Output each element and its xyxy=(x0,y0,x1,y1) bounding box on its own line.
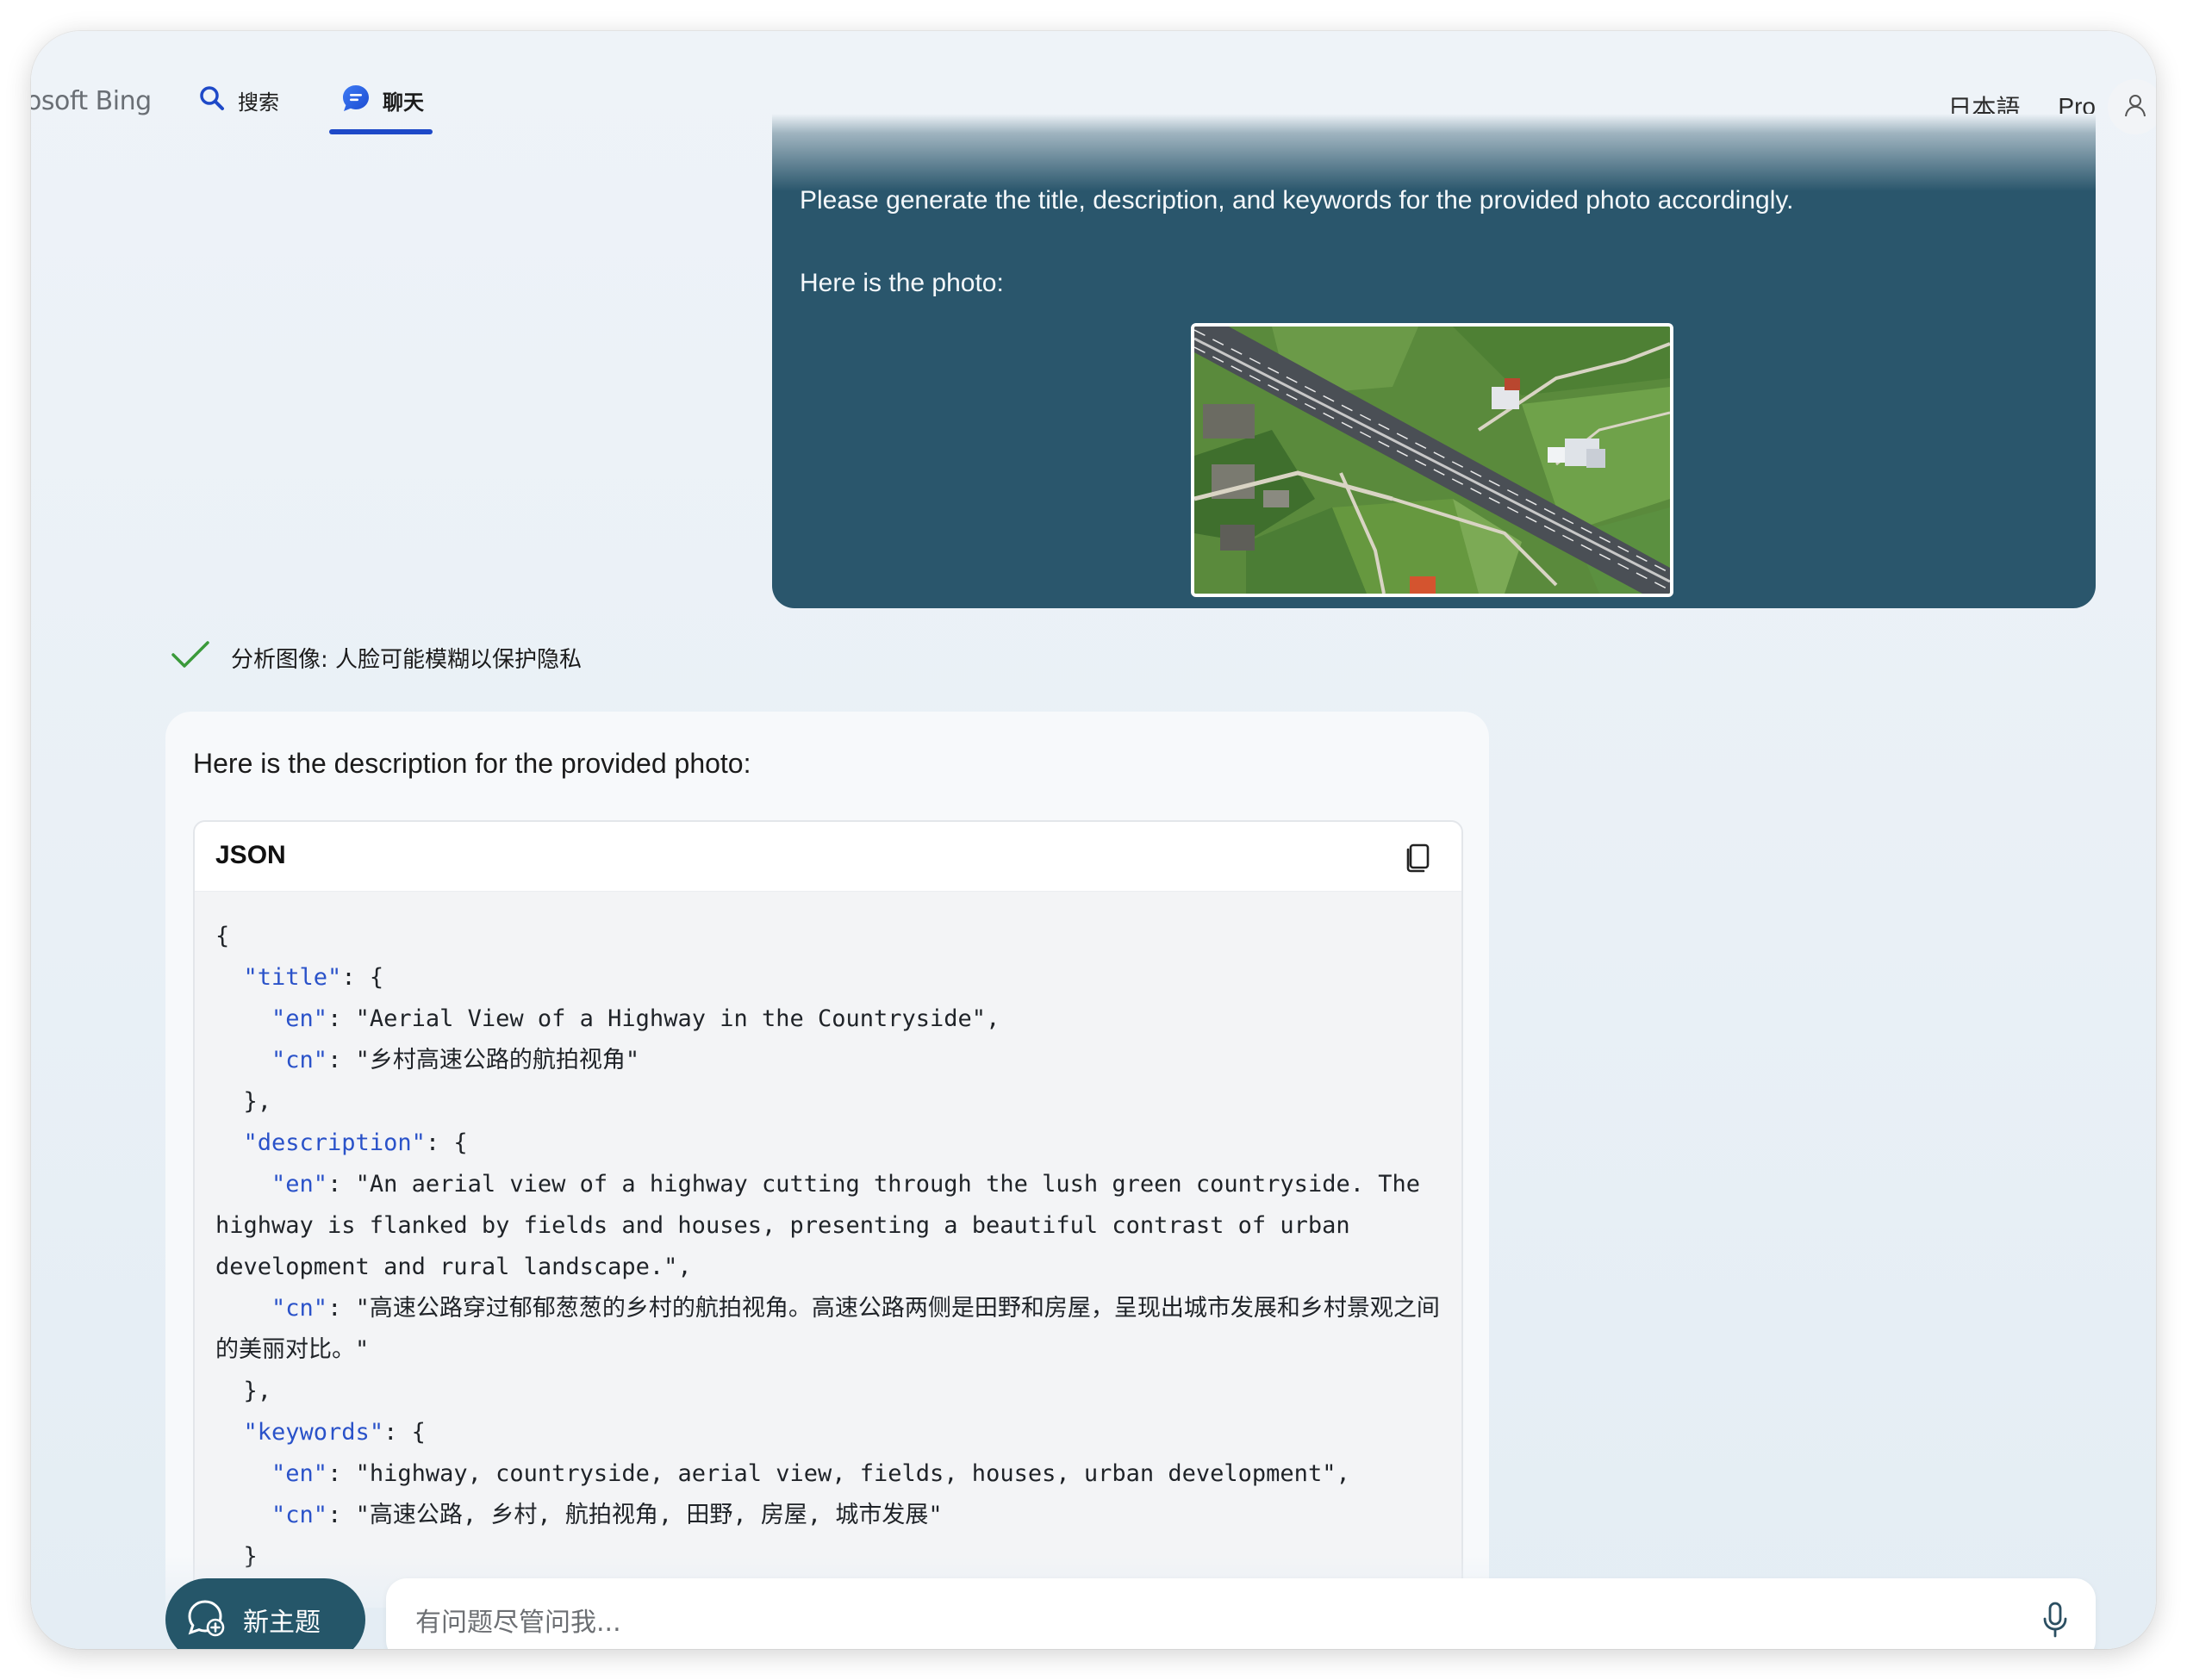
image-analysis-status: 分析图像: 人脸可能模糊以保护隐私 xyxy=(171,639,582,676)
code-block: JSON { "title": { "en": "Aerial View of … xyxy=(193,820,1463,1608)
code-block-header: JSON xyxy=(195,822,1461,892)
new-topic-icon xyxy=(186,1598,226,1642)
chat-input[interactable] xyxy=(414,1597,1968,1647)
code-line: }, xyxy=(243,1378,272,1404)
json-key: "cn" xyxy=(271,1295,328,1322)
user-icon xyxy=(2122,92,2148,122)
microphone-icon xyxy=(2041,1602,2070,1642)
tab-chat[interactable]: 聊天 xyxy=(341,79,424,121)
code-line: : "highway, countryside, aerial view, fi… xyxy=(327,1460,1350,1487)
code-language-label: JSON xyxy=(215,841,286,869)
json-key: "cn" xyxy=(271,1047,328,1073)
chat-input-box[interactable] xyxy=(386,1578,2096,1649)
tab-search-label: 搜索 xyxy=(238,90,279,115)
code-line: { xyxy=(215,923,230,949)
code-line: : "An aerial view of a highway cutting t… xyxy=(215,1171,1435,1280)
status-text: 分析图像: 人脸可能模糊以保护隐私 xyxy=(231,647,583,673)
code-line: : "乡村高速公路的航拍视角" xyxy=(327,1047,640,1073)
tab-chat-label: 聊天 xyxy=(383,90,424,115)
user-message-bubble: Please generate the title, description, … xyxy=(772,114,2096,608)
bot-response-card: Here is the description for the provided… xyxy=(165,712,1489,1608)
json-key: "en" xyxy=(271,1005,328,1032)
code-line: : "高速公路穿过郁郁葱葱的乡村的航拍视角。高速公路两侧是田野和房屋，呈现出城市… xyxy=(215,1295,1440,1363)
code-line: : { xyxy=(383,1419,426,1446)
scroll-fade xyxy=(772,114,2096,191)
response-intro: Here is the description for the provided… xyxy=(193,748,751,779)
check-icon xyxy=(171,639,210,676)
json-key: "description" xyxy=(243,1129,426,1156)
code-line: : { xyxy=(425,1129,468,1156)
user-message-photo-caption: Here is the photo: xyxy=(800,269,1004,297)
microphone-button[interactable] xyxy=(2041,1601,2070,1643)
copy-icon xyxy=(1401,843,1436,877)
user-message-text: Please generate the title, description, … xyxy=(800,186,1794,215)
json-key: "en" xyxy=(271,1460,328,1487)
json-key: "cn" xyxy=(271,1502,328,1528)
search-icon xyxy=(198,84,226,116)
code-line: : "Aerial View of a Highway in the Count… xyxy=(327,1005,1000,1032)
chat-icon xyxy=(341,84,371,117)
code-content: { "title": { "en": "Aerial View of a Hig… xyxy=(195,892,1461,1577)
json-key: "title" xyxy=(243,964,342,991)
browser-window: osoft Bing 搜索 聊天 日本語 Pro Please generate… xyxy=(31,31,2156,1649)
code-line: : "高速公路, 乡村, 航拍视角, 田野, 房屋, 城市发展" xyxy=(327,1502,943,1528)
code-line: }, xyxy=(243,1088,272,1115)
bing-logo-text[interactable]: osoft Bing xyxy=(31,86,152,116)
tab-search[interactable]: 搜索 xyxy=(198,79,279,121)
user-avatar[interactable] xyxy=(2108,79,2156,134)
json-key: "en" xyxy=(271,1171,328,1198)
aerial-highway-photo xyxy=(1194,327,1670,594)
code-line: : { xyxy=(341,964,384,991)
active-tab-indicator xyxy=(329,129,433,134)
attached-photo[interactable] xyxy=(1191,323,1673,597)
json-key: "keywords" xyxy=(243,1419,384,1446)
new-topic-label: 新主题 xyxy=(243,1608,321,1638)
new-topic-button[interactable]: 新主题 xyxy=(165,1578,365,1649)
copy-button[interactable] xyxy=(1401,839,1436,874)
